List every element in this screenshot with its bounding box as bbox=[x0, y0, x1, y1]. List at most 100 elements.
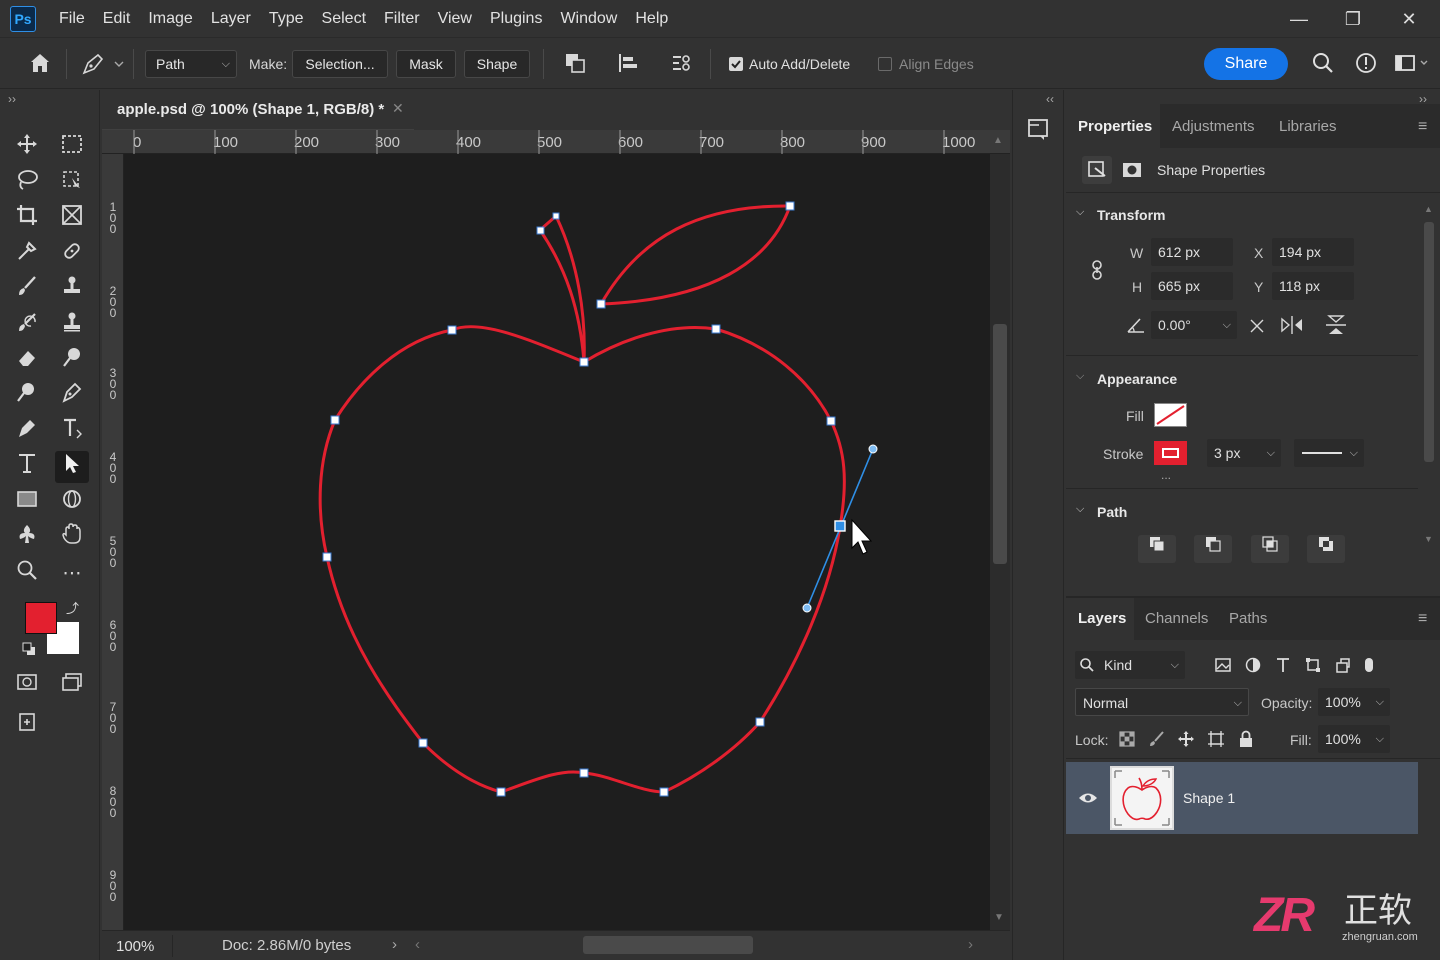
properties-scrollbar[interactable]: ▲ ▼ bbox=[1420, 196, 1438, 558]
layer-name[interactable]: Shape 1 bbox=[1183, 790, 1235, 806]
make-selection-button[interactable]: Selection... bbox=[292, 50, 388, 78]
type-tool-icon[interactable] bbox=[10, 451, 44, 483]
pen-tool-icon[interactable] bbox=[55, 380, 89, 412]
flip-horizontal-icon[interactable] bbox=[1279, 314, 1305, 336]
panel-menu-icon[interactable]: ≡ bbox=[1418, 118, 1427, 136]
filter-pixel-layers-icon[interactable] bbox=[1214, 656, 1232, 674]
fill-opacity-field[interactable]: 100% ⌵ bbox=[1318, 725, 1390, 753]
search-icon[interactable] bbox=[1309, 51, 1337, 79]
anchor-point[interactable] bbox=[330, 415, 340, 425]
anchor-point[interactable] bbox=[785, 201, 795, 211]
combine-shapes-button[interactable] bbox=[1138, 535, 1176, 563]
shape-properties-icon[interactable] bbox=[1082, 156, 1112, 184]
fill-swatch[interactable] bbox=[1154, 403, 1187, 427]
quick-mask-icon[interactable] bbox=[10, 670, 44, 702]
stroke-width-field[interactable]: 3 px ⌵ bbox=[1207, 439, 1281, 467]
mask-properties-icon[interactable] bbox=[1121, 160, 1145, 180]
lock-image-pixels-icon[interactable] bbox=[1148, 730, 1166, 748]
intersect-shapes-button[interactable] bbox=[1251, 535, 1289, 563]
vertical-type-tool-icon[interactable] bbox=[55, 416, 89, 448]
object-selection-tool-icon[interactable] bbox=[55, 168, 89, 200]
path-arrangement-icon[interactable] bbox=[666, 51, 696, 79]
filter-toggle-icon[interactable] bbox=[1360, 656, 1378, 674]
home-icon[interactable] bbox=[26, 51, 54, 79]
anchor-point[interactable] bbox=[755, 717, 765, 727]
chevron-down-icon[interactable]: ⌵ bbox=[1076, 370, 1084, 383]
menu-filter[interactable]: Filter bbox=[375, 0, 429, 38]
lock-all-icon[interactable] bbox=[1237, 730, 1255, 748]
discover-icon[interactable] bbox=[1352, 51, 1380, 79]
width-field[interactable]: 612 px bbox=[1151, 238, 1233, 266]
lock-artboard-icon[interactable] bbox=[1207, 730, 1225, 748]
vertical-scrollbar[interactable]: ▼ bbox=[990, 154, 1010, 930]
scroll-right-arrow-icon[interactable]: › bbox=[968, 936, 973, 953]
filter-shape-layers-icon[interactable] bbox=[1304, 656, 1322, 674]
tab-adjustments[interactable]: Adjustments bbox=[1172, 118, 1255, 135]
y-position-field[interactable]: 118 px bbox=[1272, 272, 1354, 300]
make-mask-button[interactable]: Mask bbox=[396, 50, 456, 78]
anchor-point[interactable] bbox=[596, 299, 606, 309]
path-alignment-icon[interactable] bbox=[613, 51, 643, 79]
apple-path-artwork[interactable] bbox=[124, 154, 990, 930]
smudge-tool-icon[interactable] bbox=[55, 345, 89, 377]
document-info[interactable]: Doc: 2.86M/0 bytes bbox=[222, 937, 351, 954]
menu-image[interactable]: Image bbox=[139, 0, 201, 38]
subtract-shapes-button[interactable] bbox=[1194, 535, 1232, 563]
pen-mode-dropdown[interactable]: Path ⌵ bbox=[145, 50, 237, 78]
menu-layer[interactable]: Layer bbox=[202, 0, 260, 38]
canvas[interactable] bbox=[124, 154, 990, 930]
anchor-point[interactable] bbox=[711, 324, 721, 334]
handle-point[interactable] bbox=[868, 444, 878, 454]
vertical-scrollbar-thumb[interactable] bbox=[993, 324, 1007, 564]
freeform-pen-tool-icon[interactable] bbox=[10, 416, 44, 448]
tab-layers[interactable]: Layers bbox=[1078, 610, 1126, 627]
selected-anchor-point[interactable] bbox=[834, 520, 846, 532]
eraser-tool-icon[interactable] bbox=[10, 345, 44, 377]
anchor-point[interactable] bbox=[826, 416, 836, 426]
layer-row[interactable]: Shape 1 bbox=[1066, 762, 1418, 834]
x-position-field[interactable]: 194 px bbox=[1272, 238, 1354, 266]
dodge-tool-icon[interactable] bbox=[10, 380, 44, 412]
document-tab[interactable]: apple.psd @ 100% (Shape 1, RGB/8) * ✕ bbox=[102, 90, 414, 130]
filter-type-layers-icon[interactable] bbox=[1274, 656, 1292, 674]
status-menu-arrow-icon[interactable]: › bbox=[392, 936, 397, 953]
menu-help[interactable]: Help bbox=[626, 0, 677, 38]
stroke-swatch[interactable] bbox=[1154, 441, 1187, 465]
menu-plugins[interactable]: Plugins bbox=[481, 0, 551, 38]
rotation-angle-field[interactable]: 0.00° ⌵ bbox=[1151, 311, 1237, 339]
stroke-more-options[interactable]: ... bbox=[1161, 468, 1171, 482]
opacity-field[interactable]: 100% ⌵ bbox=[1318, 688, 1390, 716]
menu-select[interactable]: Select bbox=[313, 0, 375, 38]
history-brush-tool-icon[interactable] bbox=[10, 310, 44, 342]
height-field[interactable]: 665 px bbox=[1151, 272, 1233, 300]
lock-transparent-pixels-icon[interactable] bbox=[1118, 730, 1136, 748]
handle-point[interactable] bbox=[802, 603, 812, 613]
comments-panel-icon[interactable] bbox=[1025, 116, 1053, 144]
expand-panels-icon[interactable]: ‹‹ bbox=[1046, 92, 1054, 106]
lasso-tool-icon[interactable] bbox=[10, 168, 44, 200]
frame-tool-icon[interactable] bbox=[55, 203, 89, 235]
anchor-point[interactable] bbox=[322, 552, 332, 562]
menu-file[interactable]: File bbox=[50, 0, 94, 38]
stamp-tool-icon[interactable] bbox=[55, 310, 89, 342]
3d-tool-icon[interactable] bbox=[55, 487, 89, 519]
restore-button[interactable]: ❐ bbox=[1326, 0, 1380, 38]
link-dimensions-icon[interactable] bbox=[1088, 259, 1106, 281]
anchor-point[interactable] bbox=[496, 787, 506, 797]
blend-mode-dropdown[interactable]: Normal ⌵ bbox=[1075, 688, 1249, 716]
brush-tool-icon[interactable] bbox=[10, 274, 44, 306]
exclude-overlap-button[interactable] bbox=[1307, 535, 1345, 563]
reference-point-icon[interactable] bbox=[1248, 316, 1266, 334]
anchor-point[interactable] bbox=[552, 212, 560, 220]
tab-properties[interactable]: Properties bbox=[1078, 118, 1152, 135]
chevron-down-icon[interactable]: ⌵ bbox=[1076, 206, 1084, 219]
lock-position-icon[interactable] bbox=[1177, 730, 1195, 748]
share-button[interactable]: Share bbox=[1204, 48, 1288, 80]
make-shape-button[interactable]: Shape bbox=[464, 50, 530, 78]
anchor-point[interactable] bbox=[418, 738, 428, 748]
pen-tool-preset-icon[interactable] bbox=[80, 51, 124, 79]
close-window-button[interactable]: ✕ bbox=[1382, 0, 1436, 38]
crop-tool-icon[interactable] bbox=[10, 203, 44, 235]
edit-toolbar-icon[interactable] bbox=[10, 710, 44, 742]
direct-selection-tool-icon[interactable] bbox=[55, 451, 89, 483]
